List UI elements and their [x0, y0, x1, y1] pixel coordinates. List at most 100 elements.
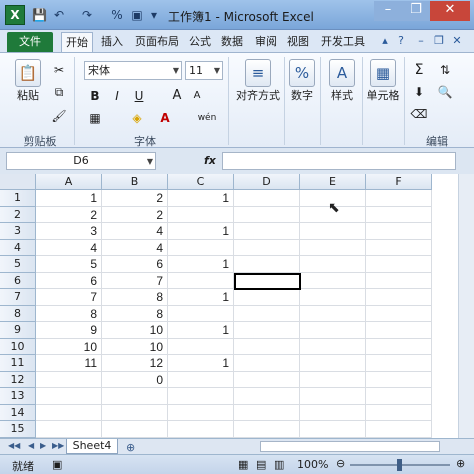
table-cell[interactable]	[168, 371, 234, 388]
table-cell[interactable]	[234, 206, 300, 223]
table-cell[interactable]	[234, 388, 300, 405]
table-cell[interactable]: 6	[36, 272, 102, 289]
font-name-select[interactable]: 宋体 ▼	[84, 61, 182, 80]
table-cell[interactable]	[168, 272, 234, 289]
table-cell[interactable]	[366, 338, 432, 355]
table-cell[interactable]	[36, 388, 102, 405]
tab-review[interactable]: 审阅	[252, 32, 280, 52]
table-cell[interactable]: 10	[102, 338, 168, 355]
table-cell[interactable]	[168, 404, 234, 421]
row-header[interactable]: 1	[0, 190, 36, 207]
table-cell[interactable]	[366, 305, 432, 322]
italic-button[interactable]: I	[108, 87, 126, 105]
table-cell[interactable]	[366, 206, 432, 223]
cells-button[interactable]: ▦ 单元格	[364, 59, 402, 103]
ribbon-close-icon[interactable]: ✕	[450, 34, 464, 48]
macro-record-icon[interactable]: ▣	[52, 458, 62, 471]
table-cell[interactable]: 1	[36, 190, 102, 207]
name-box[interactable]: D6 ▼	[6, 152, 156, 170]
column-header[interactable]: D	[234, 174, 300, 190]
table-cell[interactable]: 2	[102, 190, 168, 207]
tab-formulas[interactable]: 公式	[186, 32, 214, 52]
row-header[interactable]: 13	[0, 388, 36, 405]
number-format-button[interactable]: % 数字	[288, 59, 316, 103]
table-cell[interactable]	[300, 256, 366, 273]
table-cell[interactable]	[366, 239, 432, 256]
table-cell[interactable]: 3	[36, 223, 102, 240]
table-cell[interactable]: 11	[36, 355, 102, 372]
clear-icon[interactable]: ⌫	[410, 105, 428, 123]
undo-icon[interactable]: ↶	[52, 7, 66, 23]
row-header[interactable]: 8	[0, 305, 36, 322]
table-cell[interactable]: 1	[168, 289, 234, 306]
table-cell[interactable]: 2	[36, 206, 102, 223]
row-header[interactable]: 9	[0, 322, 36, 339]
table-cell[interactable]	[102, 404, 168, 421]
table-cell[interactable]	[300, 239, 366, 256]
table-cell[interactable]	[36, 404, 102, 421]
table-cell[interactable]: 0	[102, 371, 168, 388]
column-header[interactable]: B	[102, 174, 168, 190]
page-layout-view-icon[interactable]: ▤	[256, 458, 266, 471]
caret-up-icon[interactable]: ▴	[378, 34, 392, 48]
table-cell[interactable]	[366, 355, 432, 372]
table-cell[interactable]	[300, 404, 366, 421]
table-cell[interactable]	[300, 338, 366, 355]
tab-file[interactable]: 文件	[7, 32, 53, 52]
font-size-select[interactable]: 11 ▼	[185, 61, 223, 80]
table-cell[interactable]	[234, 421, 300, 438]
table-cell[interactable]	[366, 223, 432, 240]
formula-input[interactable]	[222, 152, 456, 170]
minimize-button[interactable]: –	[374, 1, 402, 21]
tab-page-layout[interactable]: 页面布局	[131, 32, 183, 52]
fx-icon[interactable]: fx	[204, 154, 216, 167]
percent-icon[interactable]: %	[110, 7, 124, 23]
ribbon-restore-icon[interactable]: ❐	[432, 34, 446, 48]
table-cell[interactable]	[300, 388, 366, 405]
close-button[interactable]: ✕	[430, 1, 470, 21]
table-cell[interactable]	[168, 239, 234, 256]
table-cell[interactable]: 9	[36, 322, 102, 339]
camera-icon[interactable]: ▣	[130, 7, 144, 23]
table-cell[interactable]: 1	[168, 355, 234, 372]
table-cell[interactable]: 10	[36, 338, 102, 355]
column-header[interactable]: C	[168, 174, 234, 190]
save-icon[interactable]: 💾	[32, 7, 47, 23]
table-cell[interactable]	[366, 421, 432, 438]
row-header[interactable]: 7	[0, 289, 36, 306]
row-header[interactable]: 12	[0, 371, 36, 388]
table-cell[interactable]: 4	[36, 239, 102, 256]
table-cell[interactable]	[300, 371, 366, 388]
table-cell[interactable]	[234, 239, 300, 256]
table-cell[interactable]	[168, 421, 234, 438]
font-color-button[interactable]: A	[156, 109, 174, 127]
autosum-button[interactable]: Σ	[410, 61, 428, 79]
table-cell[interactable]: 12	[102, 355, 168, 372]
table-cell[interactable]: 8	[102, 289, 168, 306]
phonetic-button[interactable]: wén	[194, 109, 220, 127]
table-cell[interactable]	[300, 355, 366, 372]
row-header[interactable]: 5	[0, 256, 36, 273]
table-cell[interactable]	[234, 289, 300, 306]
new-sheet-icon[interactable]: ⊕	[126, 441, 135, 454]
fill-icon[interactable]: ⬇	[410, 83, 428, 101]
table-cell[interactable]	[36, 421, 102, 438]
tab-developer[interactable]: 开发工具	[316, 32, 370, 52]
table-cell[interactable]	[300, 322, 366, 339]
table-cell[interactable]	[366, 289, 432, 306]
sort-filter-icon[interactable]: ⇅	[436, 61, 454, 79]
normal-view-icon[interactable]: ▦	[238, 458, 248, 471]
table-cell[interactable]: 7	[102, 272, 168, 289]
grow-font-button[interactable]: A	[168, 87, 186, 105]
table-cell[interactable]: 1	[168, 256, 234, 273]
table-cell[interactable]	[300, 223, 366, 240]
format-painter-icon[interactable]: 🖌	[50, 107, 68, 125]
table-cell[interactable]	[234, 223, 300, 240]
table-cell[interactable]	[102, 421, 168, 438]
maximize-button[interactable]: ❐	[402, 1, 430, 21]
select-all-corner[interactable]	[0, 174, 36, 190]
cut-icon[interactable]: ✂	[50, 61, 68, 79]
prev-sheet-icon[interactable]: ◀	[28, 441, 34, 450]
table-cell[interactable]	[168, 338, 234, 355]
help-icon[interactable]: ?	[394, 34, 408, 48]
